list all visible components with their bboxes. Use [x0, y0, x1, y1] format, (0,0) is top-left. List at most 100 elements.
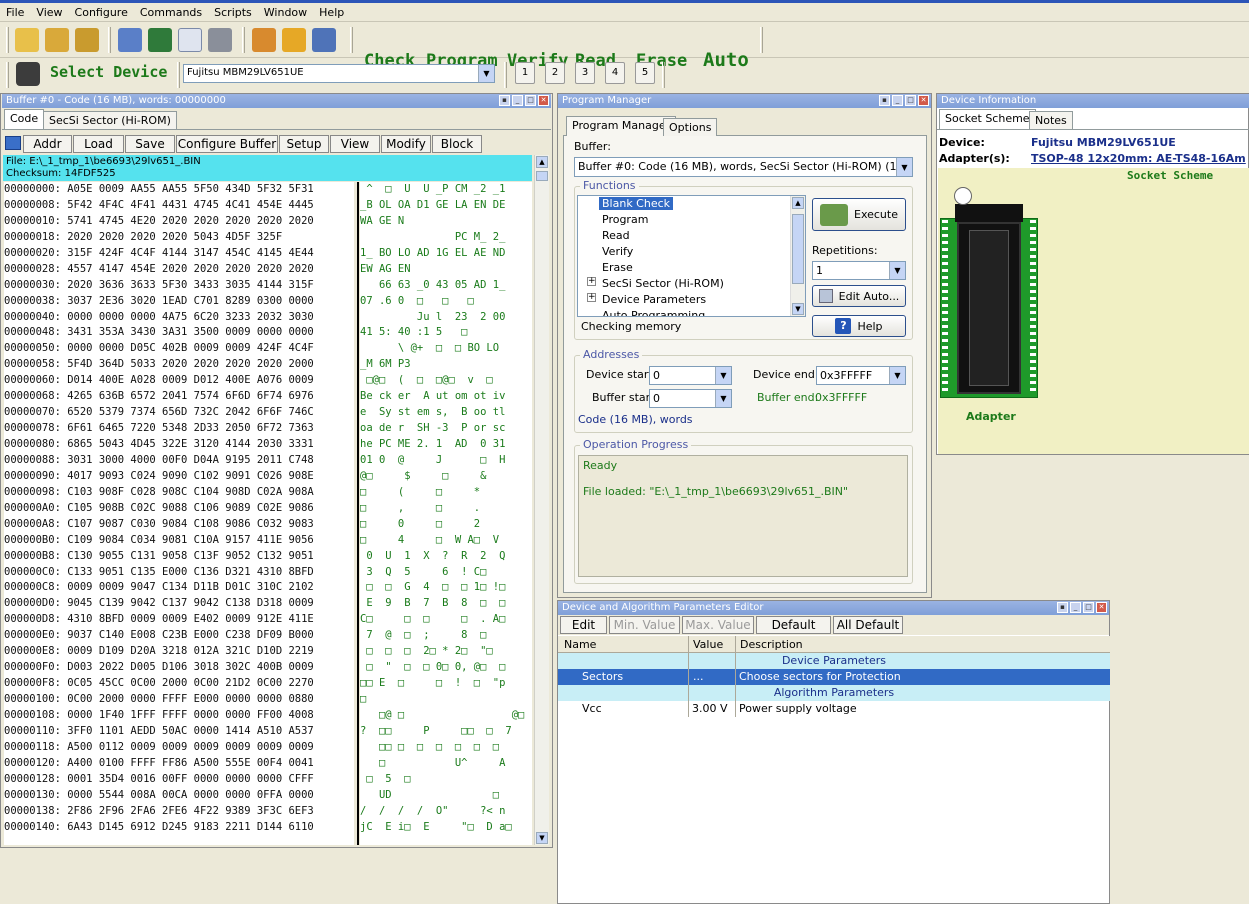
execute-button[interactable]: Execute [812, 198, 906, 231]
maximize-icon[interactable]: □ [905, 95, 916, 106]
ascii-row[interactable]: \ @+ □ □ BO LO [360, 341, 532, 357]
ascii-row[interactable]: 0 U 1 X ? R 2 Q [360, 549, 532, 565]
setup-button[interactable]: Setup [279, 135, 329, 153]
hex-row[interactable]: 00000050: 0000 0000 D05C 402B 0009 0009 … [4, 341, 354, 357]
device-start-field[interactable]: 0 ▼ [649, 366, 732, 385]
ascii-row[interactable]: C□ □ □ □ . A□ [360, 612, 532, 628]
ascii-row[interactable]: □ 0 □ 2 [360, 517, 532, 533]
hex-row[interactable]: 00000120: A400 0100 FFFF FF86 A500 555E … [4, 756, 354, 772]
save-disk-icon[interactable] [75, 28, 99, 52]
function-verify[interactable]: Verify [602, 245, 633, 258]
scroll-down-icon[interactable]: ▼ [792, 303, 804, 315]
close-icon[interactable]: ✕ [918, 95, 929, 106]
minimize-icon[interactable]: _ [892, 95, 903, 106]
hex-row[interactable]: 00000070: 6520 5379 7374 656D 732C 2042 … [4, 405, 354, 421]
minimize-icon[interactable]: _ [512, 95, 523, 106]
functions-scrollbar[interactable]: ▲ ▼ [790, 196, 805, 316]
ascii-row[interactable]: 07 .6 0 □ □ □ [360, 294, 532, 310]
ascii-row[interactable]: □ " □ □ 0□ 0, @□ □ [360, 660, 532, 676]
project-2-button[interactable]: 2 [545, 62, 565, 84]
ascii-row[interactable]: / / / / O" ?< n [360, 804, 532, 820]
ascii-row[interactable]: EW AG EN [360, 262, 532, 278]
ascii-row[interactable]: _M 6M P3 [360, 357, 532, 373]
buffer-list-icon[interactable] [5, 136, 21, 150]
chevron-down-icon[interactable]: ▼ [715, 390, 731, 407]
ascii-row[interactable]: □ 4 □ W A□ V [360, 533, 532, 549]
function-secsi-sector[interactable]: SecSi Sector (Hi-ROM) [602, 277, 724, 290]
scroll-up-icon[interactable]: ▲ [536, 156, 548, 168]
pin-icon[interactable]: ▪ [879, 95, 890, 106]
help-button[interactable]: ? Help [812, 315, 906, 337]
hex-row[interactable]: 000000D8: 4310 8BFD 0009 0009 E402 0009 … [4, 612, 354, 628]
max-value-button[interactable]: Max. Value [682, 616, 754, 634]
scroll-thumb[interactable] [792, 214, 804, 284]
hex-row[interactable]: 00000098: C103 908F C028 908C C104 908D … [4, 485, 354, 501]
function-program[interactable]: Program [602, 213, 648, 226]
hex-row[interactable]: 00000058: 5F4D 364D 5033 2020 2020 2020 … [4, 357, 354, 373]
ascii-row[interactable]: Be ck er A ut om ot iv [360, 389, 532, 405]
chevron-down-icon[interactable]: ▼ [889, 367, 905, 384]
menu-configure[interactable]: Configure [69, 6, 134, 19]
ascii-row[interactable]: □ [360, 692, 532, 708]
chevron-down-icon[interactable]: ▼ [896, 158, 912, 176]
grid-icon[interactable] [178, 28, 202, 52]
sectors-value[interactable]: ... [693, 669, 704, 684]
ascii-row[interactable]: Ju l 23 2 00 [360, 310, 532, 326]
hex-row[interactable]: 00000108: 0000 1F40 1FFF FFFF 0000 0000 … [4, 708, 354, 724]
configure-buffer-button[interactable]: Configure Buffer [176, 135, 278, 153]
ascii-row[interactable]: 3 Q 5 6 ! C□ [360, 565, 532, 581]
buffer-scrollbar[interactable]: ▲ ▼ [534, 155, 549, 845]
close-icon[interactable]: ✕ [1096, 602, 1107, 613]
function-erase[interactable]: Erase [602, 261, 633, 274]
reload-file-icon[interactable] [45, 28, 69, 52]
ascii-row[interactable]: e Sy st em s, B oo tl [360, 405, 532, 421]
all-default-button[interactable]: All Default [833, 616, 903, 634]
ascii-row[interactable]: he PC ME 2. 1 AD 0 31 [360, 437, 532, 453]
buffer-start-field[interactable]: 0 ▼ [649, 389, 732, 408]
hex-row[interactable]: 00000040: 0000 0000 0000 4A75 6C20 3233 … [4, 310, 354, 326]
menu-window[interactable]: Window [258, 6, 313, 19]
maximize-icon[interactable]: □ [525, 95, 536, 106]
function-auto-programming[interactable]: Auto Programming [602, 309, 705, 316]
close-icon[interactable]: ✕ [538, 95, 549, 106]
project-5-button[interactable]: 5 [635, 62, 655, 84]
chevron-down-icon[interactable]: ▼ [715, 367, 731, 384]
tab-secsi-sector[interactable]: SecSi Sector (Hi-ROM) [43, 111, 177, 129]
min-value-button[interactable]: Min. Value [609, 616, 680, 634]
hex-row[interactable]: 00000038: 3037 2E36 3020 1EAD C701 8289 … [4, 294, 354, 310]
hex-row[interactable]: 000000A8: C107 9087 C030 9084 C108 9086 … [4, 517, 354, 533]
buffer-select[interactable]: Buffer #0: Code (16 MB), words, SecSi Se… [574, 157, 913, 177]
function-device-parameters[interactable]: Device Parameters [602, 293, 706, 306]
scroll-up-icon[interactable]: ▲ [792, 197, 804, 209]
ascii-row[interactable]: □@□ ( □ □@□ v □ [360, 373, 532, 389]
ascii-row[interactable]: □ , □ . [360, 501, 532, 517]
select-device-button[interactable]: Select Device [50, 63, 167, 81]
param-edit-button[interactable]: Edit [560, 616, 607, 634]
menu-help[interactable]: Help [313, 6, 350, 19]
hex-row[interactable]: 00000138: 2F86 2F96 2FA6 2FE6 4F22 9389 … [4, 804, 354, 820]
device-end-field[interactable]: 0x3FFFFF ▼ [816, 366, 906, 385]
ascii-row[interactable]: □ □ G 4 □ □ 1□ !□ [360, 580, 532, 596]
chip-select-icon[interactable] [16, 62, 40, 86]
hex-row[interactable]: 00000128: 0001 35D4 0016 00FF 0000 0000 … [4, 772, 354, 788]
default-button[interactable]: Default [756, 616, 831, 634]
tab-program-manager[interactable]: Program Manager [566, 116, 677, 136]
hex-row[interactable]: 000000C8: 0009 0009 9047 C134 D11B D01C … [4, 580, 354, 596]
menu-scripts[interactable]: Scripts [208, 6, 258, 19]
ascii-row[interactable]: ? □□ P □□ □ 7 [360, 724, 532, 740]
ascii-row[interactable]: □ ( □ * [360, 485, 532, 501]
ascii-row[interactable]: 1_ BO LO AD 1G EL AE ND [360, 246, 532, 262]
hex-row[interactable]: 000000E0: 9037 C140 E008 C23B E000 C238 … [4, 628, 354, 644]
tab-notes[interactable]: Notes [1029, 111, 1073, 129]
hex-row[interactable]: 00000068: 4265 636B 6572 2041 7574 6F6D … [4, 389, 354, 405]
pin-icon[interactable]: ▪ [499, 95, 510, 106]
hex-row[interactable]: 000000E8: 0009 D109 D20A 3218 012A 321C … [4, 644, 354, 660]
ascii-row[interactable]: 7 @ □ ; 8 □ [360, 628, 532, 644]
menu-commands[interactable]: Commands [134, 6, 208, 19]
edit-auto-button[interactable]: Edit Auto... [812, 285, 906, 307]
settings-gear-icon[interactable] [252, 28, 276, 52]
chip-icon[interactable] [148, 28, 172, 52]
hex-row[interactable]: 00000008: 5F42 4F4C 4F41 4431 4745 4C41 … [4, 198, 354, 214]
save-button[interactable]: Save [125, 135, 175, 153]
hex-row[interactable]: 00000028: 4557 4147 454E 2020 2020 2020 … [4, 262, 354, 278]
